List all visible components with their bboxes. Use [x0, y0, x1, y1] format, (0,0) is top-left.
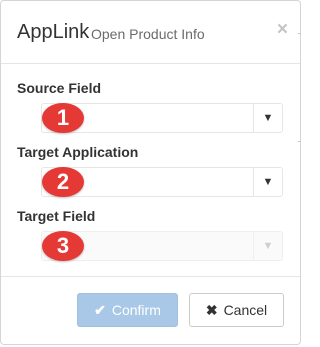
cancel-button[interactable]: ✖ Cancel — [189, 293, 284, 327]
target-application-label: Target Application — [17, 144, 139, 160]
dialog-header: AppLink Open Product Info × — [1, 1, 300, 64]
dialog-subtitle: Open Product Info — [91, 26, 205, 42]
backdrop-edge — [298, 33, 301, 34]
step-badge-3: 3 — [42, 231, 84, 261]
close-icon[interactable]: × — [277, 19, 288, 41]
chevron-down-icon[interactable]: ▼ — [253, 168, 282, 196]
close-x-icon: ✖ — [205, 302, 218, 318]
target-field-label: Target Field — [17, 208, 96, 224]
check-icon: ✔ — [94, 302, 106, 318]
confirm-label: Confirm — [111, 302, 161, 318]
step-badge-1: 1 — [42, 103, 84, 133]
chevron-down-icon[interactable]: ▼ — [253, 104, 282, 132]
step-badge-2: 2 — [42, 167, 84, 197]
confirm-button[interactable]: ✔ Confirm — [77, 293, 178, 327]
applink-dialog: AppLink Open Product Info × Source Field… — [0, 0, 301, 345]
dialog-title: AppLink — [17, 21, 90, 43]
dialog-footer: ✔ Confirm ✖ Cancel — [1, 276, 300, 347]
cancel-label: Cancel — [223, 302, 268, 318]
chevron-down-icon: ▼ — [253, 232, 282, 260]
source-field-label: Source Field — [17, 80, 102, 96]
backdrop-edge — [298, 141, 301, 142]
